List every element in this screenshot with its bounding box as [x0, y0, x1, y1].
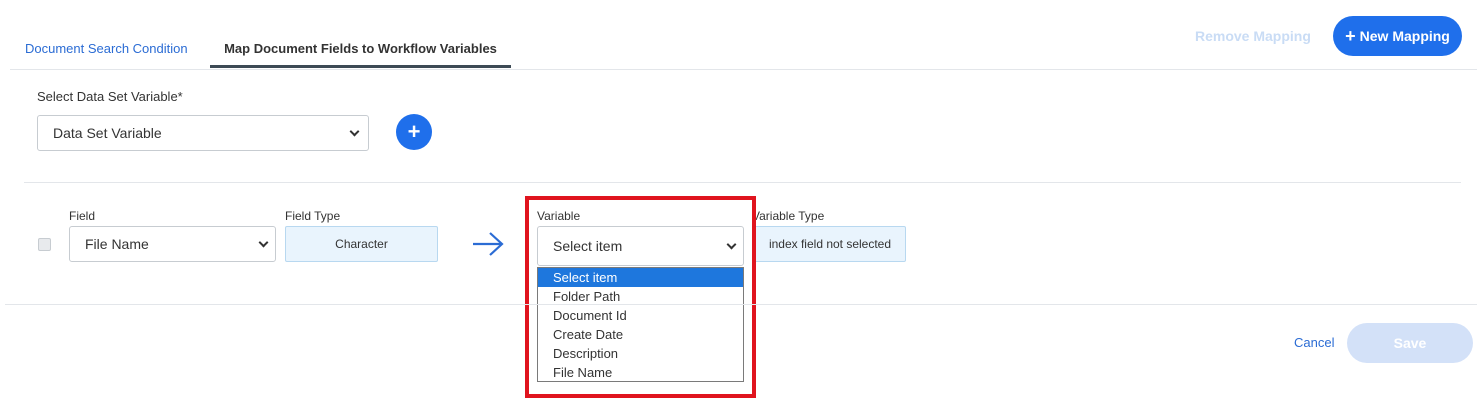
remove-mapping-button[interactable]: Remove Mapping [1195, 26, 1311, 46]
field-type-value: Character [285, 226, 438, 262]
chevron-down-icon [258, 237, 269, 248]
tab-map-document-fields[interactable]: Map Document Fields to Workflow Variable… [210, 30, 511, 68]
add-dataset-button[interactable]: + [396, 114, 432, 150]
chevron-down-icon [349, 126, 360, 137]
section-divider [24, 182, 1461, 183]
dataset-variable-label: Select Data Set Variable* [37, 89, 183, 104]
save-button[interactable]: Save [1347, 323, 1473, 363]
variable-type-value: index field not selected [754, 226, 906, 262]
mapping-row-checkbox[interactable] [38, 238, 51, 251]
cancel-button[interactable]: Cancel [1294, 335, 1334, 351]
highlight-box [525, 196, 756, 398]
plus-icon: + [407, 119, 421, 144]
tabs-divider [10, 69, 1477, 70]
field-label: Field [69, 209, 96, 223]
dataset-variable-value: Data Set Variable [53, 125, 162, 141]
arrow-right-icon [473, 232, 504, 256]
field-type-label: Field Type [285, 209, 341, 223]
new-mapping-button[interactable]: + New Mapping [1333, 16, 1462, 56]
field-select[interactable]: File Name [69, 226, 276, 262]
footer-divider [5, 304, 1477, 305]
tab-document-search-condition[interactable]: Document Search Condition [25, 30, 188, 68]
dataset-variable-select[interactable]: Data Set Variable [37, 115, 369, 151]
new-mapping-label: New Mapping [1359, 28, 1450, 44]
variable-type-label: Variable Type [752, 209, 825, 223]
plus-icon: + [1345, 26, 1356, 46]
field-value: File Name [85, 236, 149, 252]
